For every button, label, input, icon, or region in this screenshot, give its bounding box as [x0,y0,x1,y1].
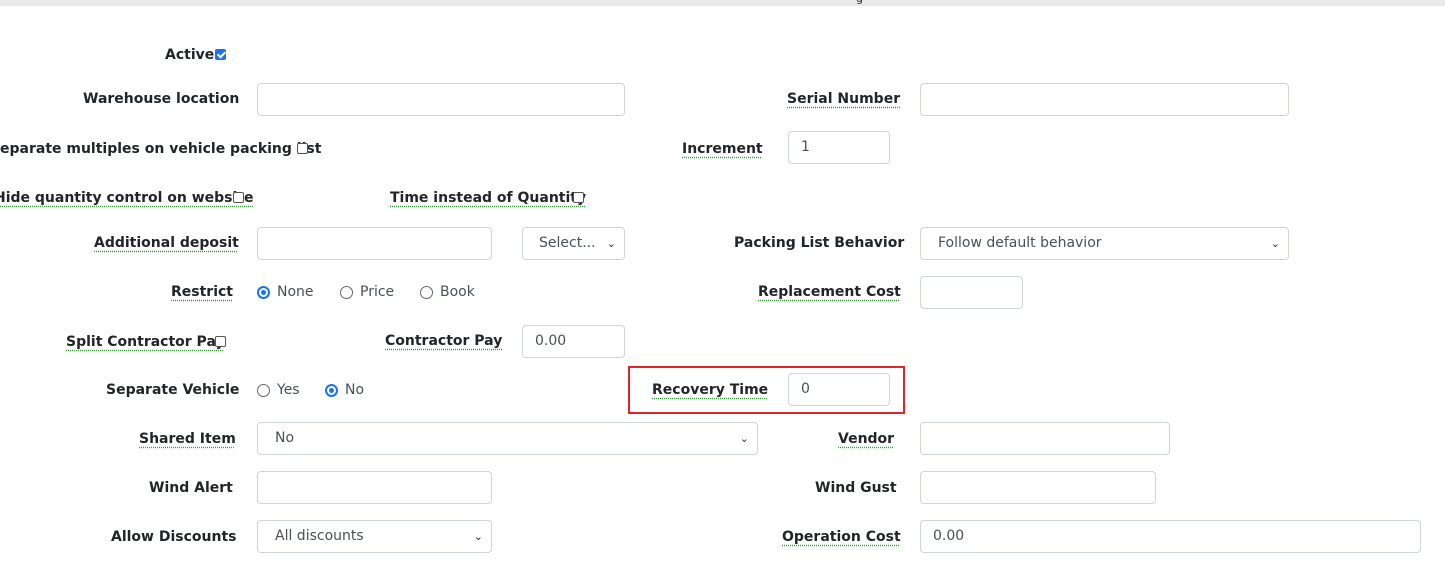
shared-item-label: Shared Item [139,431,236,447]
contractor-pay-label: Contractor Pay [385,333,503,349]
contractor-pay-input[interactable]: 0.00 [522,325,625,358]
recovery-time-label: Recovery Time [652,382,769,398]
wind-gust-input[interactable] [920,471,1156,504]
allow-discounts-label: Allow Discounts [111,529,237,545]
restrict-label: Restrict [171,284,233,300]
restrict-book-label: Book [440,284,475,300]
additional-deposit-type-value: Select... [539,235,596,251]
shared-item-value: No [275,430,295,446]
hide-quantity-label: Hide quantity control on website [0,190,254,206]
additional-deposit-label: Additional deposit [94,235,239,251]
chevron-down-icon: ⌄ [606,237,616,250]
allow-discounts-select[interactable]: All discounts ⌄ [257,520,492,553]
replacement-cost-input[interactable] [920,276,1023,309]
serial-number-input[interactable] [920,83,1289,116]
replacement-cost-label: Replacement Cost [758,284,901,300]
clipped-text-fragment: g [856,0,863,5]
operation-cost-label: Operation Cost [782,529,901,545]
additional-deposit-input[interactable] [257,227,492,260]
hide-quantity-checkbox[interactable] [233,192,244,203]
restrict-price-label: Price [360,284,395,300]
active-label: Active [165,47,215,63]
restrict-none-label: None [277,284,314,300]
separate-vehicle-no-label: No [345,382,365,398]
separate-vehicle-yes-label: Yes [277,382,300,398]
active-checkbox[interactable] [215,49,226,60]
time-instead-checkbox[interactable] [573,192,584,203]
separate-vehicle-yes-radio[interactable] [257,384,270,397]
restrict-book-radio[interactable] [420,286,433,299]
restrict-price-radio[interactable] [340,286,353,299]
wind-gust-label: Wind Gust [815,480,897,496]
operation-cost-input[interactable]: 0.00 [920,520,1421,553]
packing-list-behavior-select[interactable]: Follow default behavior ⌄ [920,227,1289,260]
separate-vehicle-label: Separate Vehicle [106,382,240,398]
restrict-none-radio[interactable] [257,286,270,299]
packing-list-behavior-label: Packing List Behavior [734,235,905,251]
chevron-down-icon: ⌄ [1270,237,1280,250]
serial-number-label: Serial Number [787,91,901,107]
warehouse-location-input[interactable] [257,83,625,116]
wind-alert-label: Wind Alert [149,480,233,496]
separate-multiples-checkbox[interactable] [297,143,308,154]
top-divider: g [0,0,1445,6]
split-contractor-pay-label: Split Contractor Pay [66,334,225,350]
vendor-label: Vendor [838,431,895,447]
split-contractor-pay-checkbox[interactable] [215,336,226,347]
shared-item-select[interactable]: No ⌄ [257,422,758,455]
chevron-down-icon: ⌄ [739,432,749,445]
increment-label: Increment [682,141,763,157]
recovery-time-input[interactable]: 0 [788,373,890,406]
chevron-down-icon: ⌄ [473,530,483,543]
packing-list-behavior-value: Follow default behavior [938,235,1102,251]
separate-vehicle-no-radio[interactable] [325,384,338,397]
increment-input[interactable]: 1 [788,131,890,164]
separate-multiples-label: eparate multiples on vehicle packing lis… [0,141,322,157]
time-instead-label: Time instead of Quantity [390,190,587,206]
wind-alert-input[interactable] [257,471,492,504]
additional-deposit-type-select[interactable]: Select... ⌄ [522,227,625,260]
vendor-input[interactable] [920,422,1170,455]
allow-discounts-value: All discounts [275,528,364,544]
warehouse-location-label: Warehouse location [83,91,240,107]
